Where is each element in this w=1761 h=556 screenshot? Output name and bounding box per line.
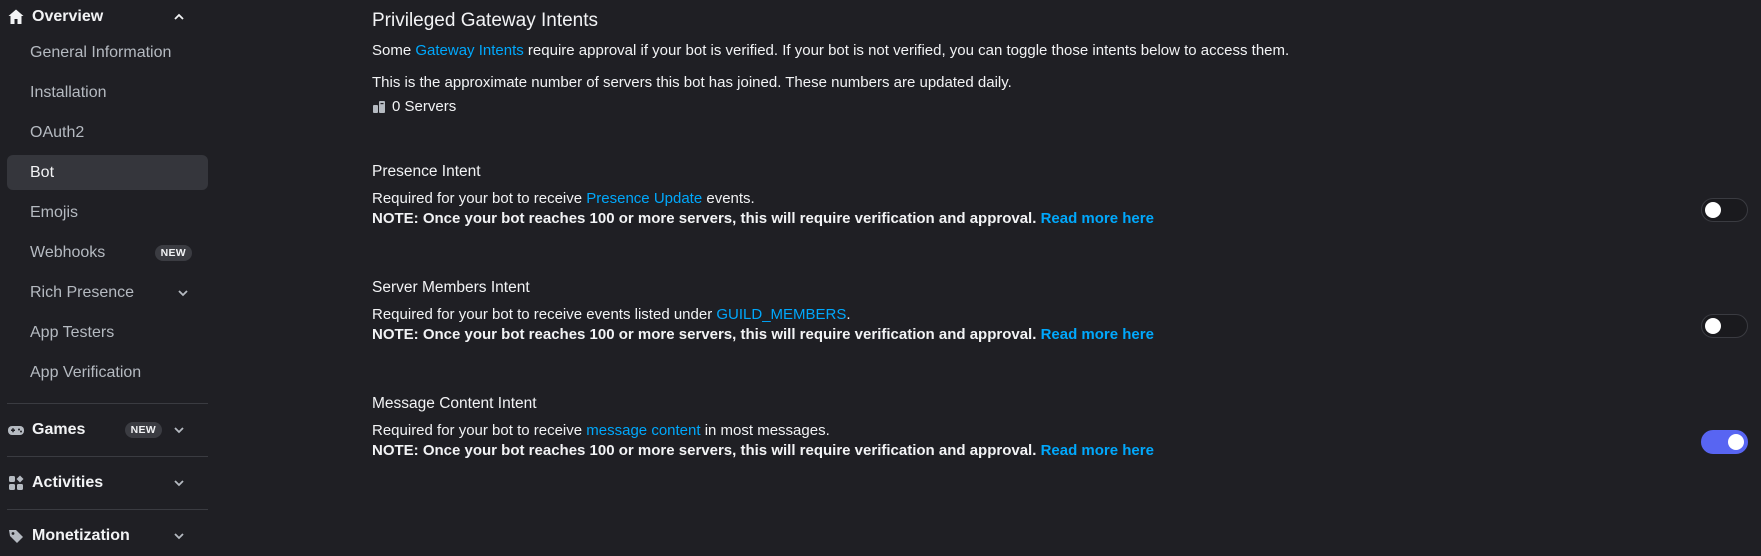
server-count: 0 Servers (372, 98, 456, 115)
chevron-down-icon[interactable] (170, 474, 188, 492)
sidebar-item-app-testers[interactable]: App Testers (7, 315, 208, 350)
message-content-intent-description: Required for your bot to receive message… (372, 422, 830, 439)
chevron-down-icon[interactable] (170, 421, 188, 439)
desc-prefix: Required for your bot to receive (372, 190, 587, 207)
sidebar-item-label: Rich Presence (30, 283, 135, 301)
sidebar-item-label: Emojis (30, 203, 79, 221)
nav-section-monetization[interactable]: Monetization (0, 519, 208, 553)
intro-text: Some Gateway Intents require approval if… (372, 42, 1289, 59)
home-icon (6, 7, 26, 27)
nav-section-label: Overview (32, 8, 104, 25)
server-count-label: 0 Servers (392, 98, 457, 115)
nav-section-overview[interactable]: Overview (0, 0, 208, 34)
chevron-down-icon[interactable] (170, 527, 188, 545)
intro-prefix: Some (372, 42, 416, 59)
read-more-link[interactable]: Read more here (1041, 326, 1154, 343)
main-content: Privileged Gateway Intents Some Gateway … (372, 0, 1761, 556)
sidebar-item-oauth2[interactable]: OAuth2 (7, 115, 208, 150)
sidebar-item-app-verification[interactable]: App Verification (7, 355, 208, 390)
message-content-intent-title: Message Content Intent (372, 395, 537, 412)
presence-intent-note: NOTE: Once your bot reaches 100 or more … (372, 210, 1154, 227)
presence-intent-title: Presence Intent (372, 163, 481, 180)
server-members-intent-note: NOTE: Once your bot reaches 100 or more … (372, 326, 1154, 343)
note-text: NOTE: Once your bot reaches 100 or more … (372, 442, 1037, 459)
desc-suffix: events. (702, 190, 755, 207)
sidebar-item-label: Webhooks (30, 243, 106, 261)
sidebar-item-label: Installation (30, 83, 107, 101)
server-members-intent-toggle[interactable] (1701, 314, 1748, 338)
servers-icon (372, 99, 388, 115)
server-members-intent-description: Required for your bot to receive events … (372, 306, 851, 323)
message-content-link[interactable]: message content (586, 422, 700, 439)
new-badge: NEW (154, 244, 192, 261)
sidebar-item-bot[interactable]: Bot (7, 155, 208, 190)
sidebar-divider (7, 509, 208, 510)
sidebar-divider (7, 403, 208, 404)
new-badge: NEW (124, 422, 162, 438)
sidebar-item-emojis[interactable]: Emojis (7, 195, 208, 230)
presence-intent-toggle[interactable] (1701, 198, 1748, 222)
sidebar-item-rich-presence[interactable]: Rich Presence (7, 275, 208, 310)
chevron-down-icon[interactable] (174, 284, 192, 302)
desc-prefix: Required for your bot to receive events … (372, 306, 717, 323)
sidebar-item-webhooks[interactable]: Webhooks NEW (7, 235, 208, 270)
nav-section-games[interactable]: Games NEW (0, 413, 208, 447)
sidebar-divider (7, 456, 208, 457)
note-text: NOTE: Once your bot reaches 100 or more … (372, 210, 1037, 227)
message-content-intent-note: NOTE: Once your bot reaches 100 or more … (372, 442, 1154, 459)
nav-section-label: Games (32, 421, 86, 438)
gateway-intents-link[interactable]: Gateway Intents (415, 42, 523, 59)
server-members-intent-title: Server Members Intent (372, 279, 530, 296)
note-text: NOTE: Once your bot reaches 100 or more … (372, 326, 1037, 343)
activities-icon (6, 473, 26, 493)
desc-suffix: . (846, 306, 851, 323)
page-title: Privileged Gateway Intents (372, 10, 599, 31)
gamepad-icon (6, 420, 26, 440)
read-more-link[interactable]: Read more here (1041, 442, 1154, 459)
sidebar: Overview General Information Installatio… (0, 0, 208, 556)
toggle-knob (1705, 202, 1721, 218)
monetization-icon (6, 526, 26, 546)
sidebar-item-label: General Information (30, 43, 172, 61)
sidebar-item-installation[interactable]: Installation (7, 75, 208, 110)
approx-servers-text: This is the approximate number of server… (372, 74, 1012, 91)
nav-section-label: Monetization (32, 527, 130, 544)
presence-update-link[interactable]: Presence Update (586, 190, 702, 207)
desc-prefix: Required for your bot to receive (372, 422, 587, 439)
sidebar-item-general-information[interactable]: General Information (7, 35, 208, 70)
nav-section-activities[interactable]: Activities (0, 466, 208, 500)
chevron-up-icon[interactable] (170, 8, 188, 26)
read-more-link[interactable]: Read more here (1041, 210, 1154, 227)
intro-suffix: require approval if your bot is verified… (523, 42, 1290, 59)
sidebar-item-label: App Testers (30, 323, 115, 341)
sidebar-item-label: Bot (30, 163, 55, 181)
sidebar-item-label: App Verification (30, 363, 142, 381)
sidebar-item-label: OAuth2 (30, 123, 85, 141)
toggle-knob (1705, 318, 1721, 334)
presence-intent-description: Required for your bot to receive Presenc… (372, 190, 755, 207)
desc-suffix: in most messages. (700, 422, 830, 439)
nav-section-label: Activities (32, 474, 104, 491)
guild-members-link[interactable]: GUILD_MEMBERS (716, 306, 846, 323)
toggle-knob (1728, 434, 1744, 450)
message-content-intent-toggle[interactable] (1701, 430, 1748, 454)
